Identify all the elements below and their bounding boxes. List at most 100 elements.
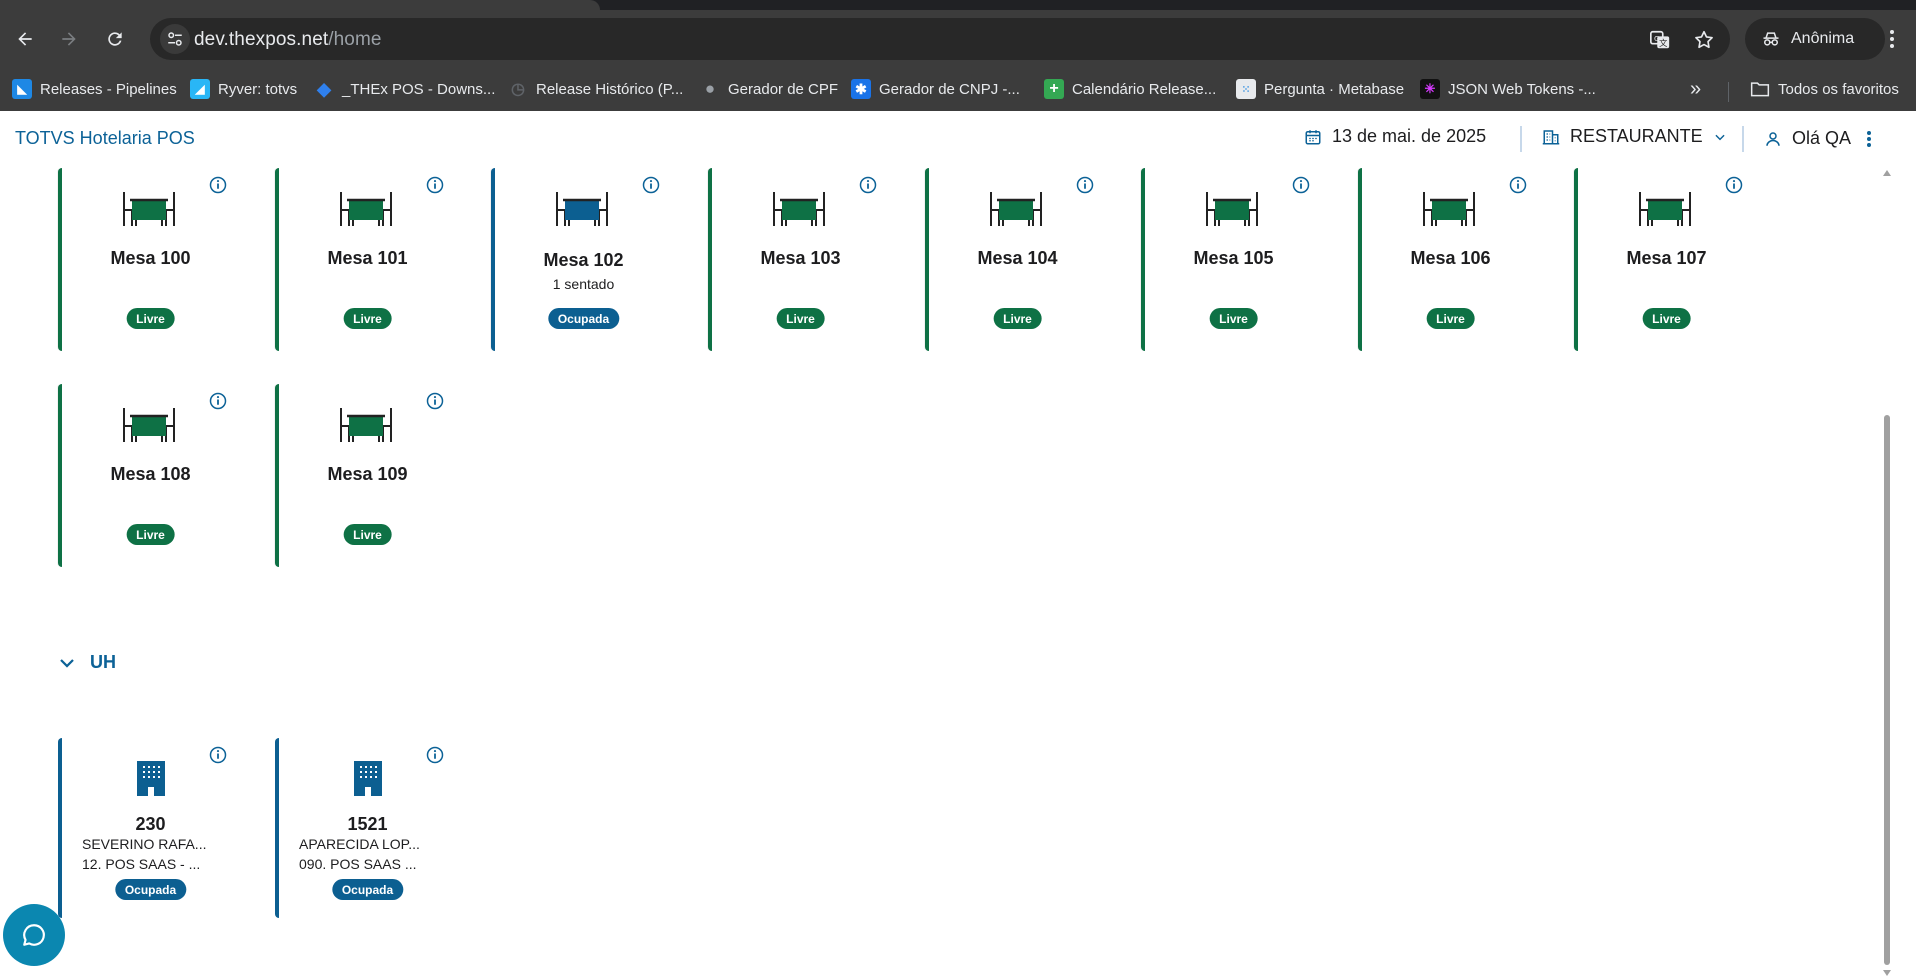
all-bookmarks-button[interactable]: Todos os favoritos xyxy=(1750,74,1899,104)
main-content: Mesa 100 Livre Mesa 101 Livre Mesa 102 1… xyxy=(0,166,1880,980)
globe-icon: ● xyxy=(704,79,716,98)
bookmark-label: Release Histórico (P... xyxy=(536,80,684,98)
star-icon[interactable] xyxy=(1692,28,1716,52)
bookmark-item[interactable]: ◣ Releases - Pipelines xyxy=(12,74,177,104)
bookmark-item[interactable]: ◷ Release Histórico (P... xyxy=(508,74,683,104)
room-card[interactable]: 1521 APARECIDA LOP... 090. POS SAAS ... … xyxy=(275,738,456,918)
table-card[interactable]: Mesa 103 Livre xyxy=(708,168,889,351)
site-settings-icon[interactable] xyxy=(160,24,190,54)
browser-menu-button[interactable] xyxy=(1877,24,1907,54)
bookmark-item[interactable]: ● Gerador de CPF xyxy=(700,74,838,104)
room-guest-name: APARECIDA LOP... xyxy=(299,836,420,852)
calendar-icon xyxy=(1305,129,1321,144)
info-icon[interactable] xyxy=(426,746,444,764)
table-card[interactable]: Mesa 106 Livre xyxy=(1358,168,1539,351)
back-button[interactable] xyxy=(10,24,40,54)
vertical-dots-icon xyxy=(1867,131,1871,147)
bookmark-label: Calendário Release... xyxy=(1072,80,1217,98)
location-selector[interactable]: RESTAURANTE xyxy=(1542,126,1727,147)
table-name: Mesa 107 xyxy=(1626,248,1707,268)
scrollbar-thumb[interactable] xyxy=(1884,415,1890,965)
bookmark-item[interactable]: ⁙ Pergunta · Metabase xyxy=(1236,74,1404,104)
brand-title[interactable]: TOTVS Hotelaria POS xyxy=(15,128,195,149)
reload-icon xyxy=(108,32,122,46)
room-number: 230 xyxy=(135,814,166,834)
user-menu[interactable]: Olá QA xyxy=(1764,128,1851,149)
table-card[interactable]: Mesa 101 Livre xyxy=(275,168,456,351)
info-icon[interactable] xyxy=(426,392,444,410)
info-icon[interactable] xyxy=(859,176,877,194)
status-badge: Livre xyxy=(343,308,392,329)
dining-table-icon xyxy=(773,192,825,226)
info-icon[interactable] xyxy=(209,392,227,410)
incognito-profile-button[interactable]: Anônima xyxy=(1745,18,1885,60)
svg-text:文: 文 xyxy=(1659,38,1667,48)
bookmarks-bar: ◣ Releases - Pipelines ◢ Ryver: totvs ◆ … xyxy=(0,68,1916,111)
url-text[interactable]: dev.thexpos.net/home xyxy=(194,29,382,51)
info-icon[interactable] xyxy=(1509,176,1527,194)
bookmark-label: Gerador de CNPJ -... xyxy=(879,80,1020,98)
info-icon[interactable] xyxy=(209,746,227,764)
user-icon xyxy=(1766,131,1780,146)
hotel-building-icon xyxy=(137,761,165,796)
header-divider xyxy=(1742,126,1744,152)
chat-button[interactable] xyxy=(3,904,65,966)
table-card[interactable]: Mesa 109 Livre xyxy=(275,384,456,567)
bookmark-item[interactable]: ◆ _THEx POS - Downs... xyxy=(314,74,495,104)
table-card[interactable]: Mesa 102 1 sentado Ocupada xyxy=(491,168,672,351)
bookmark-item[interactable]: ✱ Gerador de CNPJ -... xyxy=(851,74,1020,104)
bookmark-label: Releases - Pipelines xyxy=(40,80,177,98)
translate-icon[interactable]: 文G xyxy=(1648,28,1672,52)
info-icon[interactable] xyxy=(426,176,444,194)
browser-toolbar: dev.thexpos.net/home 文G Anônima xyxy=(0,10,1916,68)
table-card[interactable]: Mesa 107 Livre xyxy=(1574,168,1755,351)
active-tab[interactable] xyxy=(0,0,600,10)
bookmark-item[interactable]: + Calendário Release... xyxy=(1044,74,1216,104)
table-card[interactable]: Mesa 104 Livre xyxy=(925,168,1106,351)
status-badge: Livre xyxy=(993,308,1042,329)
bookmarks-overflow-button[interactable]: » xyxy=(1690,74,1701,104)
bookmark-label: _THEx POS - Downs... xyxy=(342,80,496,98)
all-bookmarks-label: Todos os favoritos xyxy=(1778,80,1899,98)
info-icon[interactable] xyxy=(1076,176,1094,194)
hotel-building-icon xyxy=(354,761,382,796)
double-chevron-right-icon: » xyxy=(1690,77,1702,100)
status-badge: Livre xyxy=(126,524,175,545)
app-header: TOTVS Hotelaria POS 13 de mai. de 2025 R… xyxy=(0,111,1916,166)
status-badge: Ocupada xyxy=(114,879,187,900)
bookmark-label: JSON Web Tokens -... xyxy=(1448,80,1596,98)
chevron-down-icon xyxy=(60,658,74,668)
table-card[interactable]: Mesa 108 Livre xyxy=(58,384,239,567)
scroll-up-arrow-icon[interactable] xyxy=(1883,170,1891,176)
table-card[interactable]: Mesa 100 Livre xyxy=(58,168,239,351)
dining-table-icon xyxy=(340,408,392,442)
bookmark-item[interactable]: ✳ JSON Web Tokens -... xyxy=(1420,74,1596,104)
page-scrollbar[interactable] xyxy=(1880,166,1896,980)
address-bar[interactable]: dev.thexpos.net/home 文G xyxy=(150,18,1730,60)
url-path: /home xyxy=(328,29,382,50)
date-selector[interactable]: 13 de mai. de 2025 xyxy=(1304,126,1486,147)
table-name: Mesa 108 xyxy=(110,464,191,484)
dining-table-icon xyxy=(340,192,392,226)
app-menu-button[interactable] xyxy=(1866,129,1872,149)
room-card[interactable]: 230 SEVERINO RAFA... 12. POS SAAS - ... … xyxy=(58,738,239,918)
bookmark-label: Pergunta · Metabase xyxy=(1264,80,1405,98)
profile-label: Anônima xyxy=(1791,30,1855,47)
info-icon[interactable] xyxy=(209,176,227,194)
plus-icon: + xyxy=(1044,79,1064,99)
current-date: 13 de mai. de 2025 xyxy=(1332,126,1487,146)
status-badge: Livre xyxy=(1426,308,1475,329)
forward-button[interactable] xyxy=(54,24,84,54)
table-card[interactable]: Mesa 105 Livre xyxy=(1141,168,1322,351)
scroll-down-arrow-icon[interactable] xyxy=(1883,970,1891,976)
info-icon[interactable] xyxy=(642,176,660,194)
bookmark-item[interactable]: ◢ Ryver: totvs xyxy=(190,74,297,104)
dining-table-icon xyxy=(1206,192,1258,226)
reload-button[interactable] xyxy=(100,24,130,54)
info-icon[interactable] xyxy=(1292,176,1310,194)
table-name: Mesa 109 xyxy=(327,464,408,484)
uh-section-toggle[interactable]: UH xyxy=(58,652,116,673)
status-badge: Livre xyxy=(343,524,392,545)
dining-table-icon xyxy=(1423,192,1475,226)
info-icon[interactable] xyxy=(1725,176,1743,194)
